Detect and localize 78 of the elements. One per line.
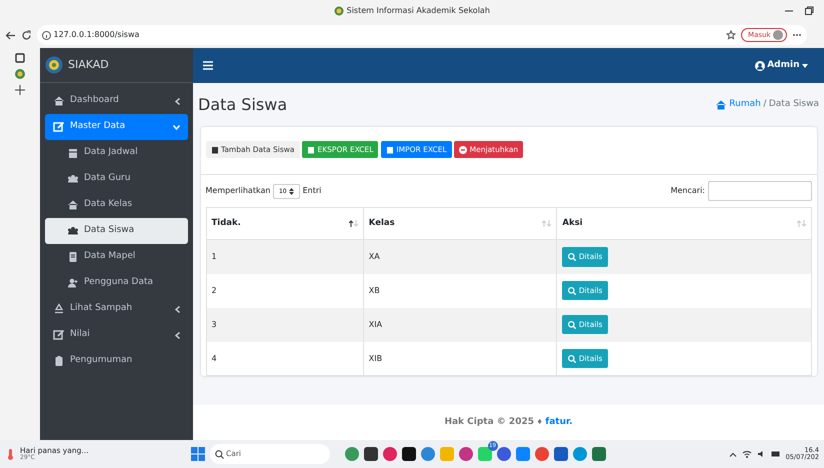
book-icon xyxy=(67,251,79,263)
sidebar-item[interactable]: Nilai xyxy=(45,322,188,348)
copyright-text: Hak Cipta © 2025 xyxy=(444,416,534,429)
user-plus-icon xyxy=(67,277,79,289)
page-title: Data Siswa xyxy=(198,94,288,116)
zoom-in-icon xyxy=(568,286,576,295)
chevron-left-icon xyxy=(175,332,180,338)
table-cell: XIA xyxy=(363,308,557,342)
users-icon xyxy=(67,173,79,185)
column-header[interactable]: Tidak. xyxy=(206,208,364,240)
user-menu[interactable]: Admin xyxy=(748,58,814,74)
battery-icon[interactable] xyxy=(770,451,781,457)
sidebar-item[interactable]: Data Mapel xyxy=(45,244,188,270)
search-icon xyxy=(214,450,224,458)
back-icon[interactable] xyxy=(5,30,16,40)
app-icon[interactable] xyxy=(364,447,378,461)
chevron-left-icon xyxy=(175,98,180,104)
edit-icon xyxy=(53,329,65,341)
users-icon xyxy=(67,225,79,237)
edit-icon xyxy=(53,121,65,133)
wifi-icon[interactable] xyxy=(742,450,752,458)
search-field[interactable] xyxy=(708,181,812,202)
zoom-in-icon xyxy=(568,253,576,261)
plus-icon[interactable] xyxy=(15,85,25,95)
user-icon xyxy=(754,60,765,70)
breadcrumb-current: Data Siswa xyxy=(768,98,819,112)
calendar-icon xyxy=(67,147,79,159)
author-link[interactable]: fatur. xyxy=(545,416,573,430)
sidebar-item[interactable]: Dashboard xyxy=(45,88,188,114)
sidebar-item[interactable]: Pengumuman xyxy=(45,348,188,374)
table-cell: XA xyxy=(363,240,557,274)
home-icon xyxy=(53,95,65,107)
logo-icon xyxy=(45,56,63,74)
search-label: Mencari: xyxy=(670,185,705,198)
url-text: 127.0.0.1:8000/siswa xyxy=(54,29,140,41)
sidebar-item[interactable]: Data Siswa xyxy=(45,218,188,244)
brand-name: SIAKAD xyxy=(68,56,109,73)
length-suffix: Entri xyxy=(302,185,322,198)
app-icon[interactable] xyxy=(402,447,416,461)
info-icon xyxy=(42,30,51,40)
home-icon xyxy=(67,199,79,211)
table-cell: 1 xyxy=(206,240,364,274)
site-logo-icon xyxy=(334,6,344,16)
start-icon[interactable] xyxy=(190,447,204,461)
sidebar-item[interactable]: Data Kelas xyxy=(45,192,188,218)
menu-icon[interactable] xyxy=(203,61,213,70)
sidebar-item[interactable]: Data Guru xyxy=(45,166,188,192)
table-cell: 4 xyxy=(206,342,364,376)
clipboard-icon xyxy=(53,355,65,367)
table-cell: 3 xyxy=(206,308,364,342)
zoom-in-icon xyxy=(568,320,576,329)
column-header[interactable]: Kelas xyxy=(363,208,557,240)
minus-circle-icon xyxy=(459,146,468,154)
column-header[interactable]: Aksi xyxy=(556,208,811,240)
sidebar-item[interactable]: Lihat Sampah xyxy=(45,296,188,322)
table-cell: XIB xyxy=(363,342,557,376)
sort-select-icon xyxy=(289,188,294,195)
thermometer-icon xyxy=(5,448,15,460)
sidebar-item[interactable]: Data Jadwal xyxy=(45,140,188,166)
restore-icon[interactable] xyxy=(804,6,814,16)
window-title: Sistem Informasi Akademik Sekolah xyxy=(346,5,490,17)
chevron-down-icon xyxy=(173,124,180,130)
length-label: Memperlihatkan xyxy=(206,185,270,198)
more-icon[interactable] xyxy=(792,33,802,37)
reload-icon[interactable] xyxy=(21,30,32,40)
star-icon[interactable] xyxy=(726,30,736,40)
chevron-left-icon xyxy=(175,306,180,312)
tabs-icon[interactable] xyxy=(15,53,25,63)
zoom-in-icon xyxy=(568,354,576,362)
caret-icon xyxy=(802,64,808,68)
avatar-icon xyxy=(773,30,783,40)
home-icon xyxy=(714,99,727,111)
sidebar-item[interactable]: Pengguna Data xyxy=(45,270,188,296)
chevron-up-icon[interactable] xyxy=(728,452,737,456)
breadcrumb-separator: / xyxy=(763,98,766,112)
site-logo-icon[interactable] xyxy=(14,68,26,80)
sidebar-item[interactable]: Master Data xyxy=(45,114,188,140)
breadcrumb-link[interactable]: Rumah xyxy=(729,98,761,112)
